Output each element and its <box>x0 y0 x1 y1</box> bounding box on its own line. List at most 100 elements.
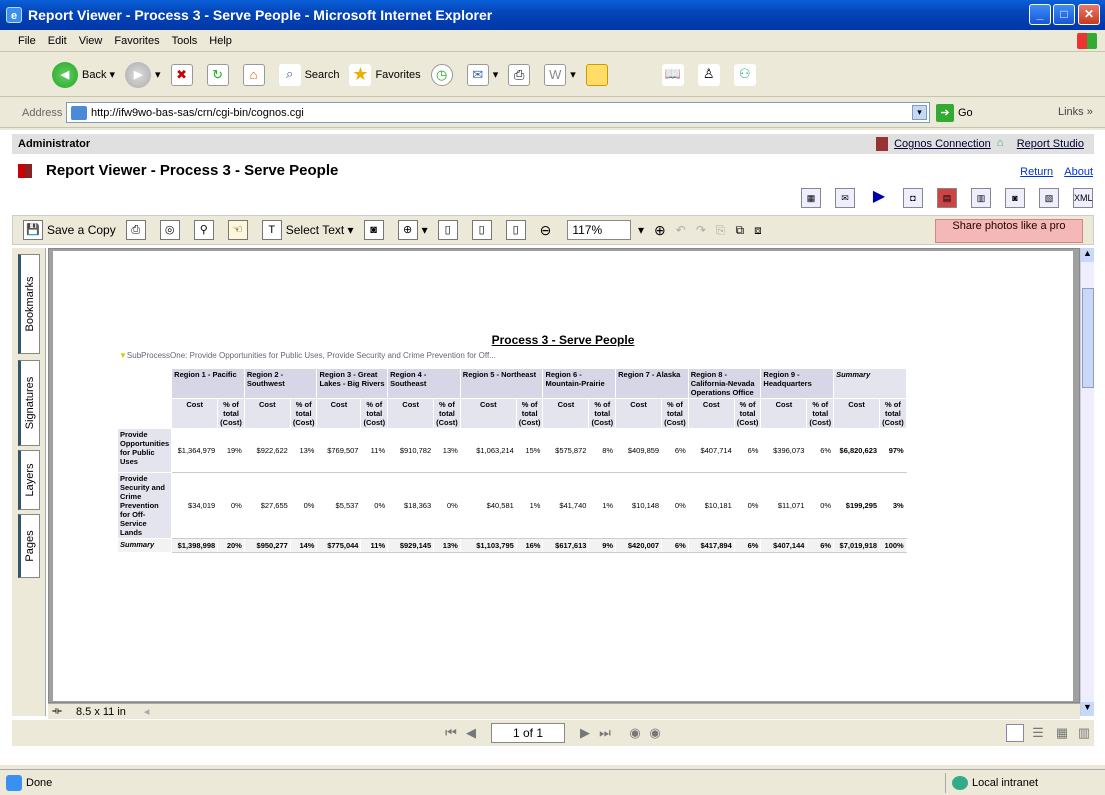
rotate-right-button[interactable]: ↷ <box>696 223 706 237</box>
minimize-button[interactable]: _ <box>1029 4 1051 25</box>
view-xls-icon[interactable]: ▥ <box>971 188 991 208</box>
stop-button[interactable]: ✖ <box>170 63 197 86</box>
search-button[interactable]: ⌕ Search <box>278 63 339 86</box>
note-button[interactable] <box>585 63 612 86</box>
email-pdf-button[interactable]: ◎ <box>159 220 184 240</box>
forward-button[interactable]: ▶ ▾ <box>125 61 161 88</box>
share-photos-button[interactable]: Share photos like a pro <box>935 219 1083 243</box>
close-button[interactable]: ✕ <box>1078 4 1100 25</box>
actual-size-button[interactable]: ▯ <box>437 220 462 240</box>
favorites-button[interactable]: ★ Favorites <box>349 63 421 86</box>
data-cell: 19% <box>217 428 245 473</box>
last-page-icon[interactable]: ⏭ <box>595 725 615 741</box>
about-link[interactable]: About <box>1064 166 1093 178</box>
scroll-up-icon[interactable]: ▲ <box>1081 248 1094 262</box>
prev-page-icon[interactable]: ◀ <box>461 725 481 741</box>
facing-icon[interactable]: ▦ <box>1052 725 1072 741</box>
xml-icon[interactable]: XML <box>1073 188 1093 208</box>
split-icon[interactable]: ⟛ <box>52 705 62 718</box>
mail-button[interactable]: ✉ ▾ <box>466 63 498 86</box>
zoom-in-tool-button[interactable]: ⊕ ▾ <box>397 220 428 240</box>
pct-header: % of total (Cost) <box>289 398 318 429</box>
tab-bookmarks[interactable]: Bookmarks <box>18 254 40 354</box>
single-page-icon[interactable] <box>1006 724 1024 742</box>
print-pdf-button[interactable]: ⎙ <box>125 220 150 240</box>
menu-help[interactable]: Help <box>209 35 232 47</box>
scroll-down-icon[interactable]: ▼ <box>1081 702 1094 716</box>
page-indicator[interactable]: 1 of 1 <box>491 723 565 743</box>
cost-header: Cost <box>171 398 219 429</box>
menu-tools[interactable]: Tools <box>172 35 198 47</box>
print-button[interactable]: ⎙ <box>508 63 534 86</box>
edit-button[interactable]: W ▾ <box>544 63 576 86</box>
run-icon[interactable]: ▶ <box>869 188 889 208</box>
view-csv-icon[interactable]: ◙ <box>1005 188 1025 208</box>
first-page-icon[interactable]: ⏮ <box>441 725 461 741</box>
plus-circle-icon: ⊕ <box>654 221 666 238</box>
rotate-left-button[interactable]: ↶ <box>676 223 686 237</box>
keep-version-icon[interactable]: ▦ <box>801 188 821 208</box>
select-text-button[interactable]: T Select Text ▾ <box>261 220 354 240</box>
go-button[interactable]: ➔ Go <box>936 104 973 122</box>
continuous-icon[interactable]: ☰ <box>1028 725 1048 741</box>
tab-pages[interactable]: Pages <box>18 514 40 578</box>
links-button[interactable]: Links » <box>1058 106 1093 118</box>
address-dropdown-icon[interactable]: ▾ <box>912 105 927 120</box>
refresh-icon: ↻ <box>206 63 229 86</box>
next-view-icon[interactable]: ◉ <box>645 725 665 741</box>
data-cell: 6% <box>733 428 762 473</box>
home-button[interactable]: ⌂ <box>242 63 269 86</box>
report-studio-link[interactable]: Report Studio <box>1017 138 1084 150</box>
menu-view[interactable]: View <box>79 35 103 47</box>
layout-button[interactable]: ⧈ <box>754 223 762 238</box>
fit-page-button[interactable]: ▯ <box>471 220 496 240</box>
menu-file[interactable]: File <box>18 35 36 47</box>
view-pdf-icon[interactable]: ▤ <box>937 188 957 208</box>
view-xml-icon[interactable]: ▧ <box>1039 188 1059 208</box>
research-button[interactable]: 📖 <box>661 63 688 86</box>
back-arrow-icon: ◀ <box>52 61 78 88</box>
copy-button[interactable]: ⎘ <box>716 223 726 238</box>
pct-header: % of total (Cost) <box>733 398 762 429</box>
messenger-button[interactable]: ♙ <box>697 63 724 86</box>
zoom-out-button[interactable]: ⊖ <box>540 222 558 239</box>
snapshot-button[interactable]: ◙ <box>363 220 388 240</box>
hand-tool-button[interactable]: ☜ <box>227 220 252 240</box>
save-copy-button[interactable]: 💾 Save a Copy <box>23 220 116 240</box>
cognos-connection-link[interactable]: Cognos Connection <box>894 138 991 150</box>
menu-edit[interactable]: Edit <box>48 35 67 47</box>
scroll-left-icon[interactable]: ◂ <box>144 705 150 718</box>
find-button[interactable]: ⚲ <box>193 220 218 240</box>
table-row: Summary $1,398,998 20% $950,277 14% $775,044 1… <box>116 538 907 553</box>
data-cell: $1,103,795 <box>459 538 517 553</box>
tab-signatures[interactable]: Signatures <box>18 360 40 446</box>
organize-button[interactable]: ⧉ <box>736 223 745 238</box>
prev-view-icon[interactable]: ◉ <box>625 725 645 741</box>
menu-bar: File Edit View Favorites Tools Help <box>0 30 1105 52</box>
contacts-button[interactable]: ⚇ <box>733 63 760 86</box>
data-cell: $1,364,979 <box>171 428 219 473</box>
zoom-in-button[interactable]: ⊕ <box>654 222 666 239</box>
scroll-thumb[interactable] <box>1082 288 1094 388</box>
menu-favorites[interactable]: Favorites <box>114 35 159 47</box>
maximize-button[interactable]: □ <box>1053 4 1075 25</box>
next-page-icon[interactable]: ▶ <box>575 725 595 741</box>
vertical-scrollbar[interactable]: ▲ ▼ <box>1080 248 1094 716</box>
zoom-level[interactable]: 117% ▾ <box>567 220 644 240</box>
cost-header: Cost <box>687 398 735 429</box>
tab-layers[interactable]: Layers <box>18 450 40 510</box>
binoculars-icon: ⚲ <box>193 220 214 240</box>
view-html-icon[interactable]: ◘ <box>903 188 923 208</box>
email-icon[interactable]: ✉ <box>835 188 855 208</box>
data-cell: 3% <box>879 472 907 539</box>
region-header: Region 1 - Pacific <box>171 368 245 399</box>
cost-header: Cost <box>615 398 663 429</box>
refresh-button[interactable]: ↻ <box>206 63 233 86</box>
fit-width-button[interactable]: ▯ <box>505 220 530 240</box>
continuous-facing-icon[interactable]: ▥ <box>1074 725 1094 741</box>
history-button[interactable]: ◷ <box>430 63 457 86</box>
return-link[interactable]: Return <box>1020 166 1053 178</box>
data-cell: 0% <box>289 472 318 539</box>
back-button[interactable]: ◀ Back ▾ <box>52 61 115 88</box>
address-input[interactable]: http://ifw9wo-bas-sas/crn/cgi-bin/cognos… <box>66 102 930 123</box>
